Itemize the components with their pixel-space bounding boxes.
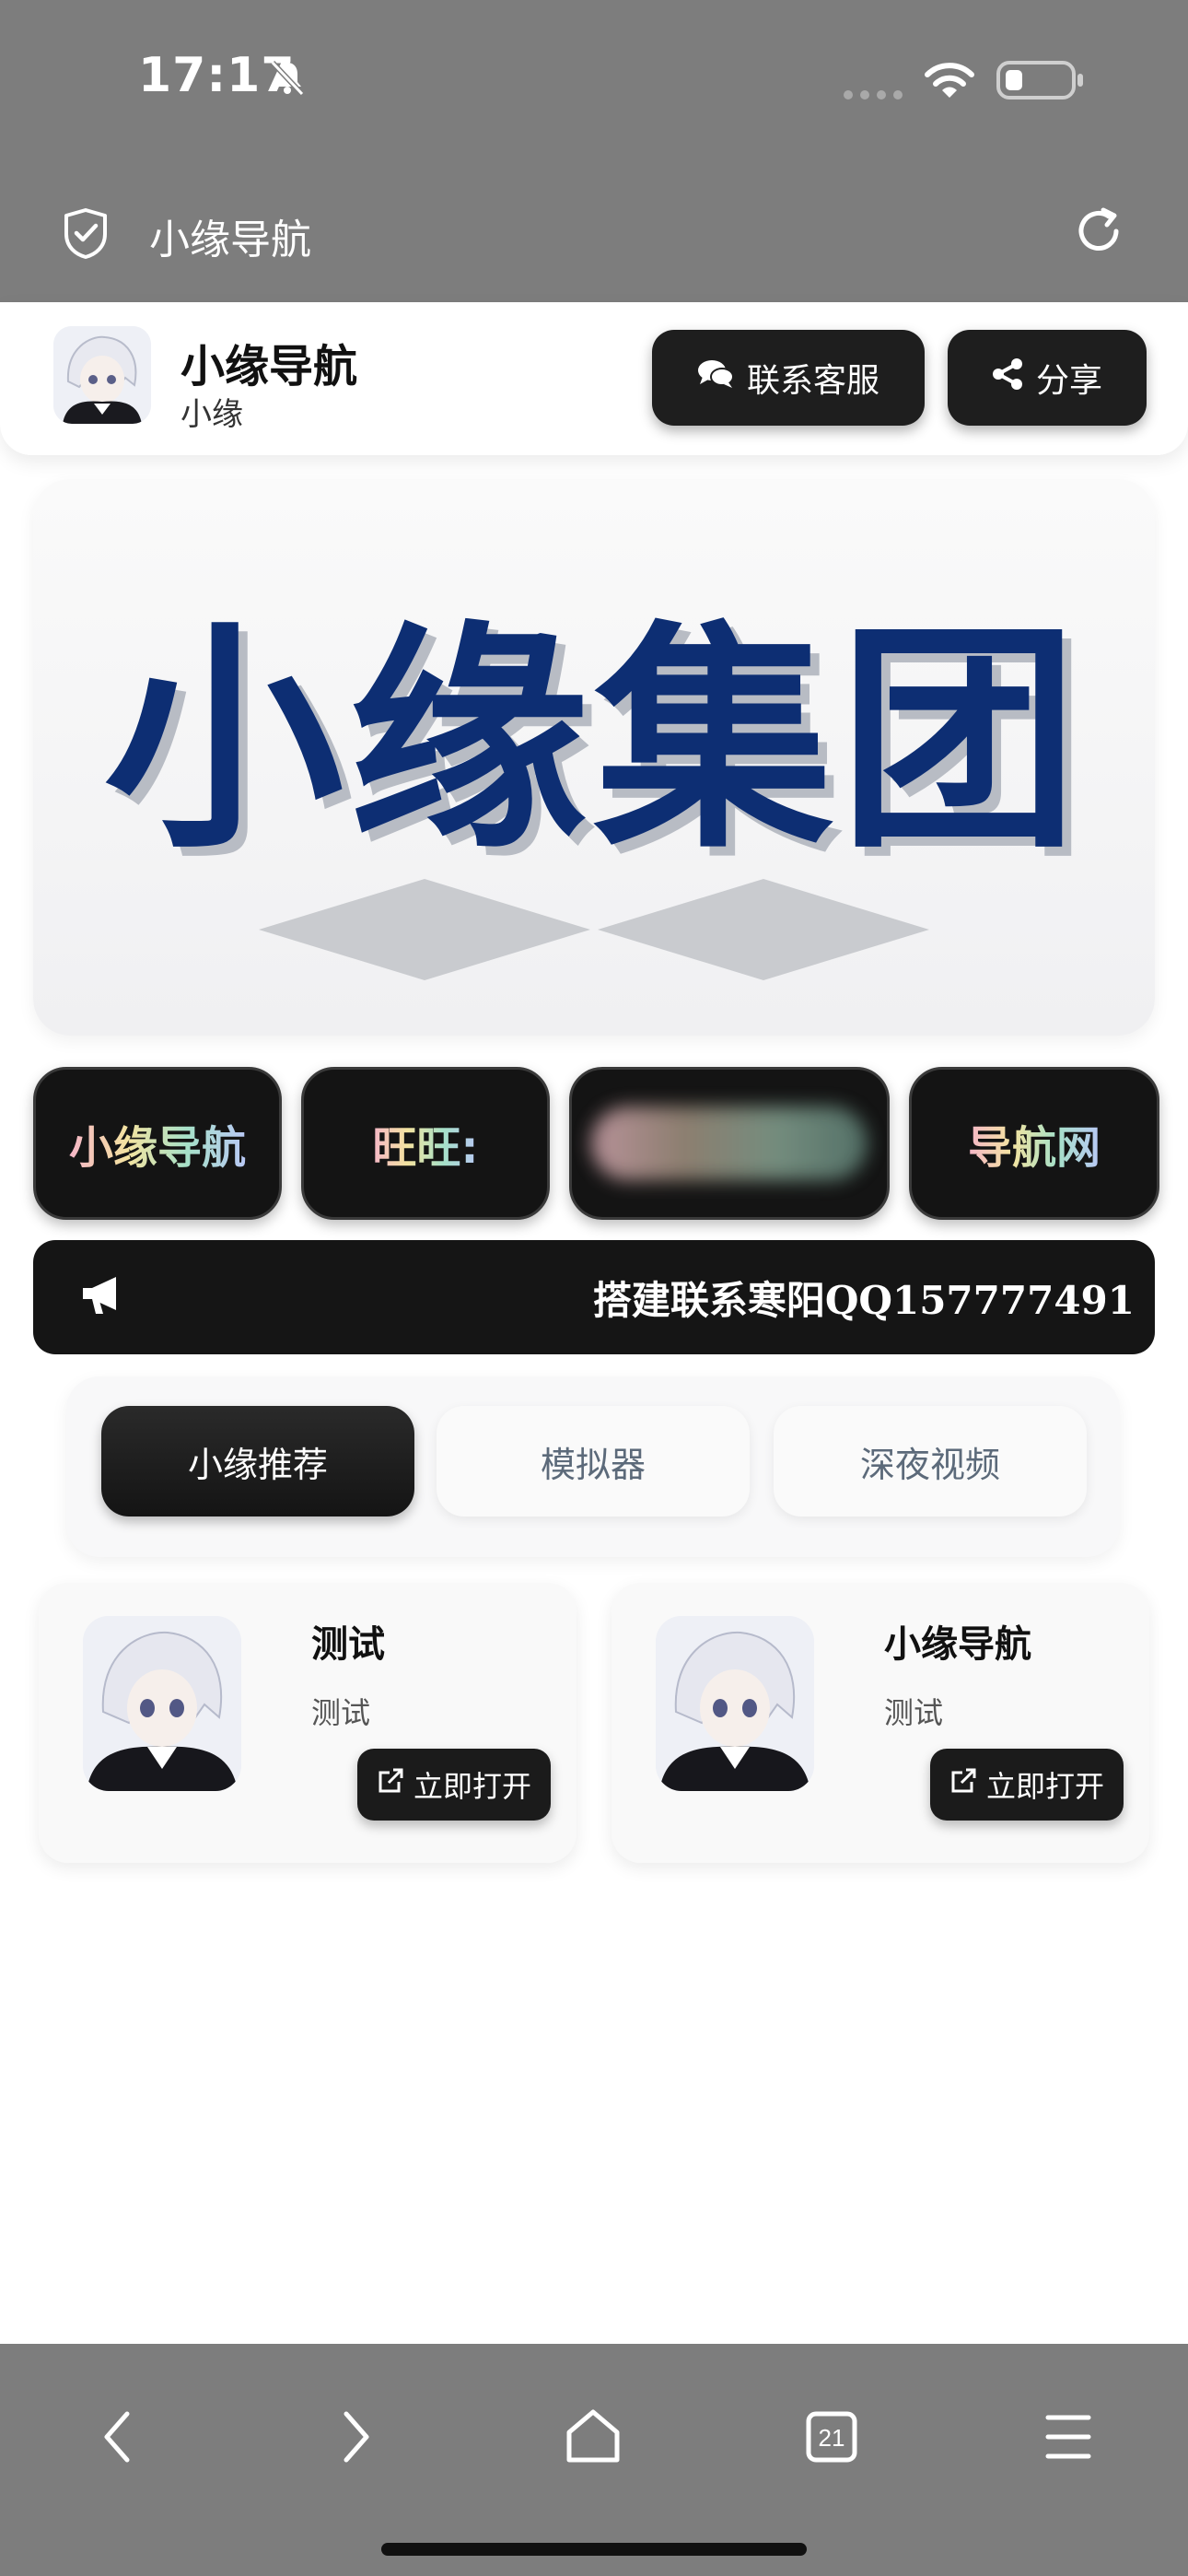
external-link-icon — [949, 1767, 977, 1802]
site-title: 小缘导航 — [181, 341, 358, 392]
status-bar: 17:17 — [0, 0, 1188, 166]
home-icon[interactable] — [564, 2405, 623, 2473]
chat-icon — [697, 358, 734, 398]
tab-recommend[interactable]: 小缘推荐 — [101, 1406, 414, 1516]
menu-icon[interactable] — [1044, 2405, 1092, 2473]
card-description: 测试 — [311, 1695, 371, 1730]
site-card[interactable]: 测试 测试 立即打开 — [39, 1583, 577, 1863]
share-button[interactable]: 分享 — [948, 330, 1147, 426]
wifi-icon — [921, 57, 978, 105]
card-avatar — [656, 1616, 814, 1791]
banner[interactable]: 小缘集团 — [33, 479, 1155, 1036]
browser-address-bar[interactable]: 小缘导航 — [0, 166, 1188, 302]
bell-off-icon — [267, 57, 308, 101]
share-label: 分享 — [1035, 362, 1102, 400]
site-subtitle: 小缘 — [181, 396, 243, 433]
signal-icon — [843, 87, 907, 104]
open-button-label: 立即打开 — [413, 1769, 531, 1804]
notice-text: 搭建联系寒阳QQ157777491 — [592, 1278, 1135, 1323]
card-avatar — [83, 1616, 241, 1791]
back-icon[interactable] — [98, 2405, 138, 2473]
banner-diamonds — [259, 879, 929, 980]
contact-support-label: 联系客服 — [746, 362, 879, 400]
card-description: 测试 — [884, 1695, 944, 1730]
forward-icon[interactable] — [335, 2405, 376, 2473]
megaphone-icon — [79, 1273, 127, 1321]
open-button[interactable]: 立即打开 — [357, 1749, 551, 1821]
browser-bottom-bar: 21 — [0, 2344, 1188, 2576]
shield-check-icon — [61, 206, 111, 263]
chip-label: 旺旺: — [372, 1111, 478, 1176]
reload-icon[interactable] — [1072, 205, 1125, 262]
tabs-icon[interactable]: 21 — [805, 2405, 858, 2473]
battery-icon — [996, 61, 1085, 103]
blurred-content — [591, 1107, 868, 1180]
card-title: 小缘导航 — [884, 1623, 1031, 1666]
home-indicator — [381, 2543, 807, 2556]
avatar — [53, 326, 151, 424]
chip-nav-site[interactable]: 导航网 — [909, 1067, 1159, 1220]
external-link-icon — [377, 1767, 404, 1802]
contact-support-button[interactable]: 联系客服 — [652, 330, 925, 426]
chip-label: 小缘导航 — [69, 1111, 246, 1176]
tab-count: 21 — [819, 2424, 845, 2452]
banner-text: 小缘集团 — [104, 603, 1084, 881]
site-header: 小缘导航 小缘 联系客服 分享 — [0, 302, 1188, 455]
site-card[interactable]: 小缘导航 测试 立即打开 — [611, 1583, 1149, 1863]
open-button[interactable]: 立即打开 — [930, 1749, 1124, 1821]
tab-emulator[interactable]: 模拟器 — [437, 1406, 750, 1516]
chip-label: 导航网 — [968, 1111, 1101, 1176]
share-icon — [992, 357, 1023, 399]
page-title: 小缘导航 — [149, 217, 311, 263]
chip-xiaoyuan-nav[interactable]: 小缘导航 — [33, 1067, 282, 1220]
card-title: 测试 — [311, 1623, 385, 1666]
category-tabs: 小缘推荐 模拟器 深夜视频 — [66, 1376, 1120, 1557]
tab-late-night-video[interactable]: 深夜视频 — [774, 1406, 1087, 1516]
notice-bar: 搭建联系寒阳QQ157777491 — [33, 1240, 1155, 1354]
open-button-label: 立即打开 — [985, 1769, 1104, 1804]
chip-wangwang[interactable]: 旺旺: — [301, 1067, 550, 1220]
chip-blurred[interactable] — [569, 1067, 890, 1220]
